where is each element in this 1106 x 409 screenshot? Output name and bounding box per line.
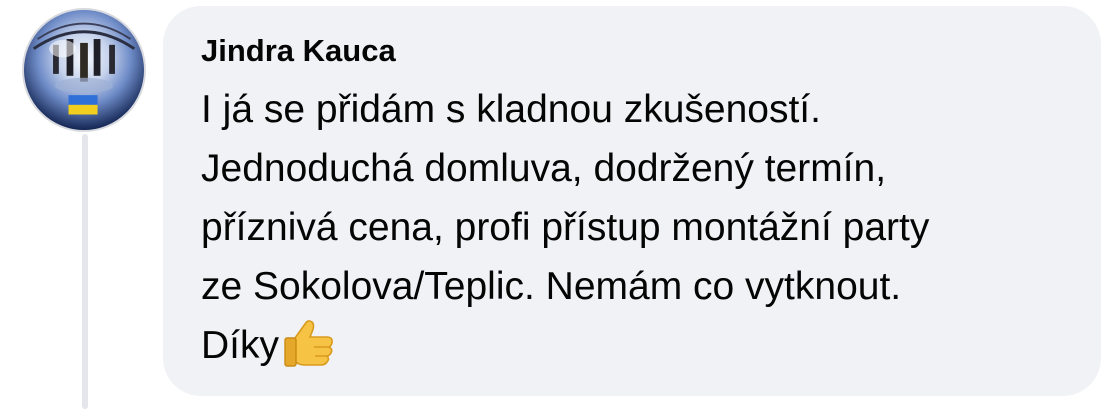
comment-bubble: Jindra Kauca I já se přidám s kladnou zk… <box>163 6 1101 396</box>
comment-author[interactable]: Jindra Kauca <box>201 32 1061 70</box>
comment-text-line: Jednoduchá domluva, dodržený termín, <box>201 147 887 190</box>
avatar[interactable] <box>22 8 146 132</box>
thread-line <box>82 134 88 409</box>
comment-text: I já se přidám s kladnou zkušeností. Jed… <box>201 80 1061 375</box>
comment-text-line: I já se přidám s kladnou zkušeností. <box>201 88 821 131</box>
comment-text-line: ze Sokolova/Teplic. Nemám co vytknout. <box>201 265 902 308</box>
comment-text-line: příznivá cena, profi přístup montážní pa… <box>201 206 930 249</box>
avatar-image <box>24 10 144 130</box>
comment-text-line: Díky <box>201 324 279 367</box>
thumbs-up-icon <box>281 316 337 368</box>
comment-text-last-line: Díky <box>201 316 1061 375</box>
comment-thread: Jindra Kauca I já se přidám s kladnou zk… <box>0 0 1106 409</box>
